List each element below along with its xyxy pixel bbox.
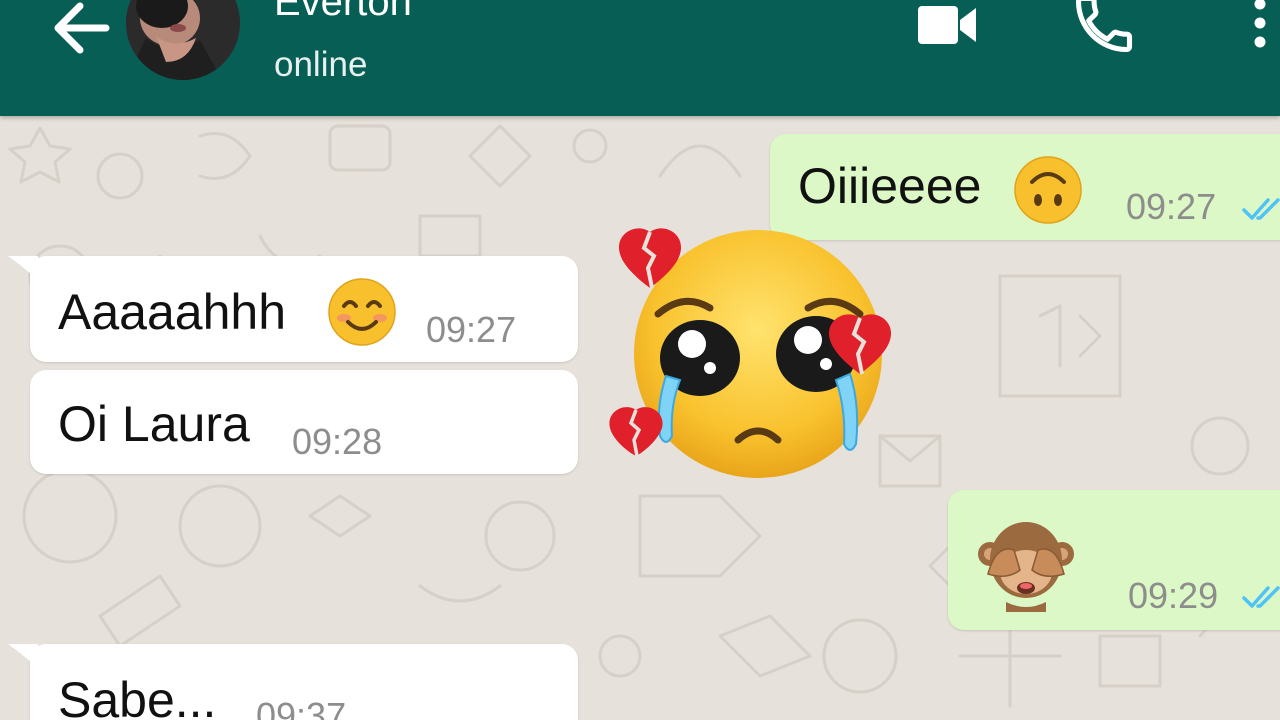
- message-bubble-incoming[interactable]: Sabe... 09:37: [8, 644, 578, 720]
- smiling-face-icon: [328, 278, 396, 346]
- avatar-photo: [126, 0, 240, 80]
- pleading-face-sticker: [609, 228, 892, 478]
- message-text: Aaaaahhh: [58, 284, 287, 340]
- back-button[interactable]: [48, 0, 114, 60]
- chat-area[interactable]: Oiiieeee 09:27 Aaaaahhh 09:27 Oi Laura 0…: [0, 116, 1280, 720]
- read-receipt-icon: [1242, 586, 1280, 608]
- phone-icon: [1075, 0, 1133, 53]
- message-time: 09:28: [292, 421, 383, 462]
- bubble-tail: [8, 256, 38, 280]
- message-bubble-outgoing[interactable]: Oiiieeee 09:27: [770, 134, 1280, 240]
- message-text: Sabe...: [58, 672, 217, 720]
- message-time: 09:27: [1126, 186, 1217, 227]
- bubble-tail: [8, 644, 38, 668]
- message-bubble-outgoing[interactable]: 09:29: [948, 490, 1280, 630]
- message-text: Oiiieeee: [798, 158, 982, 214]
- message-time: 09:37: [256, 695, 347, 720]
- avatar[interactable]: [126, 0, 240, 80]
- more-options-button[interactable]: [1246, 0, 1274, 52]
- video-call-button[interactable]: [914, 0, 980, 50]
- message-text: Oi Laura: [58, 396, 250, 452]
- message-bubble-incoming[interactable]: Oi Laura 09:28: [30, 370, 578, 474]
- message-time: 09:27: [426, 309, 517, 350]
- more-vertical-icon: [1254, 0, 1266, 48]
- chat-header: Everton online: [0, 0, 1280, 116]
- contact-name[interactable]: Everton: [274, 0, 412, 26]
- see-no-evil-monkey-icon: [978, 522, 1074, 612]
- message-bubble-incoming[interactable]: Aaaaahhh 09:27: [8, 256, 578, 362]
- voice-call-button[interactable]: [1070, 0, 1138, 58]
- video-call-icon: [918, 6, 976, 44]
- contact-status: online: [274, 45, 368, 84]
- arrow-back-icon: [54, 2, 110, 54]
- message-time: 09:29: [1128, 575, 1219, 616]
- read-receipt-icon: [1242, 198, 1280, 220]
- upside-down-face-icon: [1014, 156, 1082, 224]
